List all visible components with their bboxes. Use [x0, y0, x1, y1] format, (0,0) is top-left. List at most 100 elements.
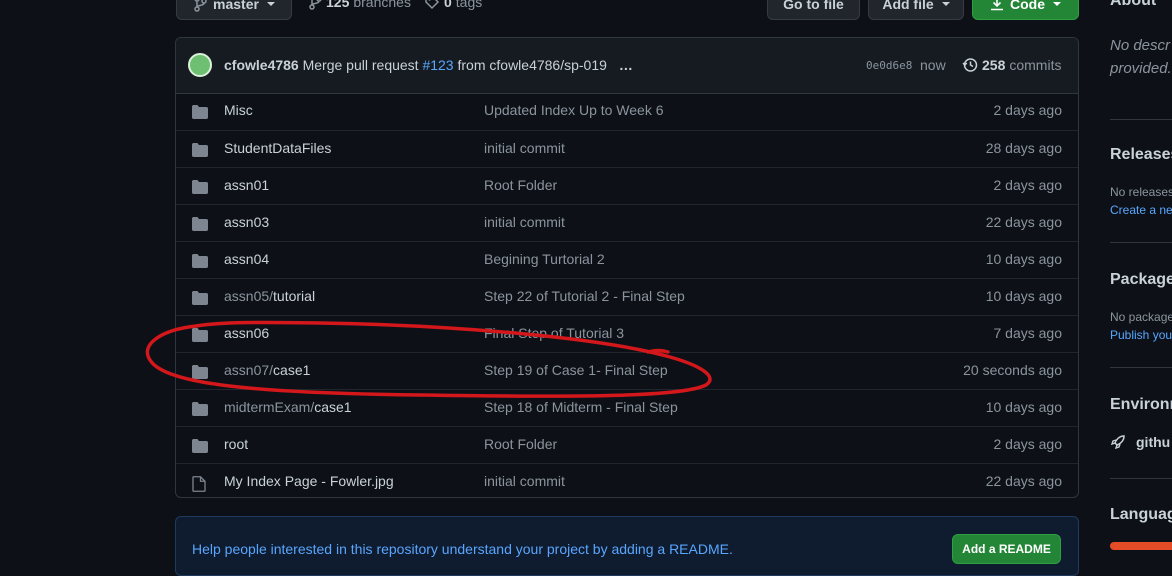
commit-message-link[interactable]: Begining Turtorial 2 [484, 251, 605, 267]
packages-empty-text: No package [1110, 310, 1172, 324]
tags-link[interactable]: 0 tags [424, 0, 482, 10]
file-name-link[interactable]: assn06 [224, 325, 269, 341]
file-name-link[interactable]: assn05/tutorial [224, 288, 315, 304]
folder-icon [192, 254, 208, 271]
file-row[interactable]: assn03 initial commit 22 days ago [176, 204, 1078, 241]
add-file-label: Add file [882, 0, 934, 12]
packages-heading[interactable]: Packages [1110, 271, 1172, 289]
file-row[interactable]: assn07/case1 Step 19 of Case 1- Final Ste… [176, 352, 1078, 389]
branches-label: branches [353, 0, 411, 10]
commit-age: 10 days ago [985, 399, 1062, 415]
branches-count: 125 [326, 0, 350, 10]
code-label: Code [1010, 0, 1045, 12]
file-row[interactable]: assn01 Root Folder 2 days ago [176, 167, 1078, 204]
code-button[interactable]: Code [972, 0, 1079, 20]
file-name-link[interactable]: assn03 [224, 214, 269, 230]
file-name[interactable]: assn03 [224, 214, 269, 230]
commit-message-link[interactable]: Root Folder [484, 436, 557, 452]
language-bar [1110, 542, 1172, 550]
file-path-prefix[interactable]: midtermExam/ [224, 399, 314, 415]
file-name[interactable]: root [224, 436, 248, 452]
commits-history-link[interactable]: 258 commits [962, 57, 1061, 73]
divider [1110, 119, 1172, 120]
folder-icon [192, 143, 208, 160]
commit-summary: cfowle4786 Merge pull request #123 from … [224, 57, 633, 73]
releases-heading[interactable]: Releases [1110, 146, 1172, 164]
file-name[interactable]: tutorial [273, 288, 315, 304]
add-file-button[interactable]: Add file [868, 0, 964, 20]
commit-message-link[interactable]: Step 22 of Tutorial 2 - Final Step [484, 288, 685, 304]
file-name-link[interactable]: assn01 [224, 177, 269, 193]
file-name-link[interactable]: My Index Page - Fowler.jpg [224, 473, 394, 489]
publish-package-link[interactable]: Publish you [1110, 328, 1172, 342]
file-name[interactable]: My Index Page - Fowler.jpg [224, 473, 394, 489]
file-name[interactable]: case1 [314, 399, 351, 415]
file-row[interactable]: My Index Page - Fowler.jpg initial commit… [176, 463, 1078, 497]
download-icon [991, 0, 1003, 11]
file-row[interactable]: StudentDataFiles initial commit 28 days ag… [176, 130, 1078, 167]
file-row[interactable]: assn05/tutorial Step 22 of Tutorial 2 - F… [176, 278, 1078, 315]
add-readme-button[interactable]: Add a README [952, 534, 1061, 564]
folder-icon [192, 291, 208, 308]
file-name[interactable]: assn04 [224, 251, 269, 267]
commit-sha[interactable]: 0e0d6e8 [866, 59, 912, 72]
environment-name[interactable]: githu [1136, 434, 1170, 450]
commit-age: 2 days ago [993, 436, 1063, 452]
file-row[interactable]: root Root Folder 2 days ago [176, 426, 1078, 463]
file-name-link[interactable]: assn07/case1 [224, 362, 310, 378]
commit-age: 22 days ago [985, 473, 1062, 489]
expand-commit-button[interactable]: … [619, 57, 633, 73]
create-release-link[interactable]: Create a new [1110, 203, 1172, 217]
file-icon [192, 476, 206, 495]
branch-name: master [213, 0, 259, 12]
commit-message-prefix[interactable]: Merge pull request [303, 57, 419, 73]
file-name[interactable]: case1 [273, 362, 310, 378]
tags-count: 0 [444, 0, 452, 10]
chevron-down-icon [941, 2, 950, 6]
commit-message-suffix[interactable]: from cfowle4786/sp-019 [458, 57, 607, 73]
history-icon [962, 58, 978, 72]
avatar[interactable] [188, 53, 212, 77]
environment-item[interactable]: githu [1110, 434, 1170, 450]
go-to-file-button[interactable]: Go to file [767, 0, 860, 20]
branch-select-button[interactable]: master [176, 0, 292, 20]
environments-heading[interactable]: Environm [1110, 396, 1172, 414]
folder-icon [192, 328, 208, 345]
pull-request-link[interactable]: #123 [422, 57, 453, 73]
file-name[interactable]: StudentDataFiles [224, 140, 331, 156]
divider [1110, 367, 1172, 368]
latest-commit-bar: cfowle4786 Merge pull request #123 from … [176, 38, 1078, 94]
commit-message-link[interactable]: Root Folder [484, 177, 557, 193]
file-browser: cfowle4786 Merge pull request #123 from … [175, 37, 1079, 498]
commit-message-link[interactable]: Updated Index Up to Week 6 [484, 102, 664, 118]
file-row[interactable]: assn04 Begining Turtorial 2 10 days ago [176, 241, 1078, 278]
file-name[interactable]: Misc [224, 102, 253, 118]
commit-message-link[interactable]: initial commit [484, 214, 565, 230]
commit-message-link[interactable]: initial commit [484, 473, 565, 489]
file-path-prefix[interactable]: assn05/ [224, 288, 273, 304]
commit-message-link[interactable]: Step 19 of Case 1- Final Step [484, 362, 668, 378]
commit-author[interactable]: cfowle4786 [224, 57, 299, 73]
chevron-down-icon [266, 2, 275, 6]
file-name-link[interactable]: assn04 [224, 251, 269, 267]
tags-label: tags [455, 0, 483, 10]
file-row[interactable]: assn06 Final Step of Tutorial 3 7 days ago [176, 315, 1078, 352]
file-name-link[interactable]: StudentDataFiles [224, 140, 331, 156]
file-name-link[interactable]: Misc [224, 102, 253, 118]
file-row[interactable]: Misc Updated Index Up to Week 6 2 days ago [176, 93, 1078, 130]
commit-message-link[interactable]: Final Step of Tutorial 3 [484, 325, 624, 341]
git-branch-icon [194, 0, 207, 12]
file-row[interactable]: midtermExam/case1 Step 18 of Midterm - Fi… [176, 389, 1078, 426]
folder-icon [192, 439, 208, 456]
file-path-prefix[interactable]: assn07/ [224, 362, 273, 378]
releases-empty-text: No releases [1110, 185, 1172, 199]
file-name-link[interactable]: root [224, 436, 248, 452]
branches-link[interactable]: 125 branches [308, 0, 411, 10]
divider [1110, 478, 1172, 479]
commit-age: 10 days ago [985, 288, 1062, 304]
commit-message-link[interactable]: initial commit [484, 140, 565, 156]
file-name-link[interactable]: midtermExam/case1 [224, 399, 352, 415]
commit-message-link[interactable]: Step 18 of Midterm - Final Step [484, 399, 678, 415]
file-name[interactable]: assn01 [224, 177, 269, 193]
file-name[interactable]: assn06 [224, 325, 269, 341]
